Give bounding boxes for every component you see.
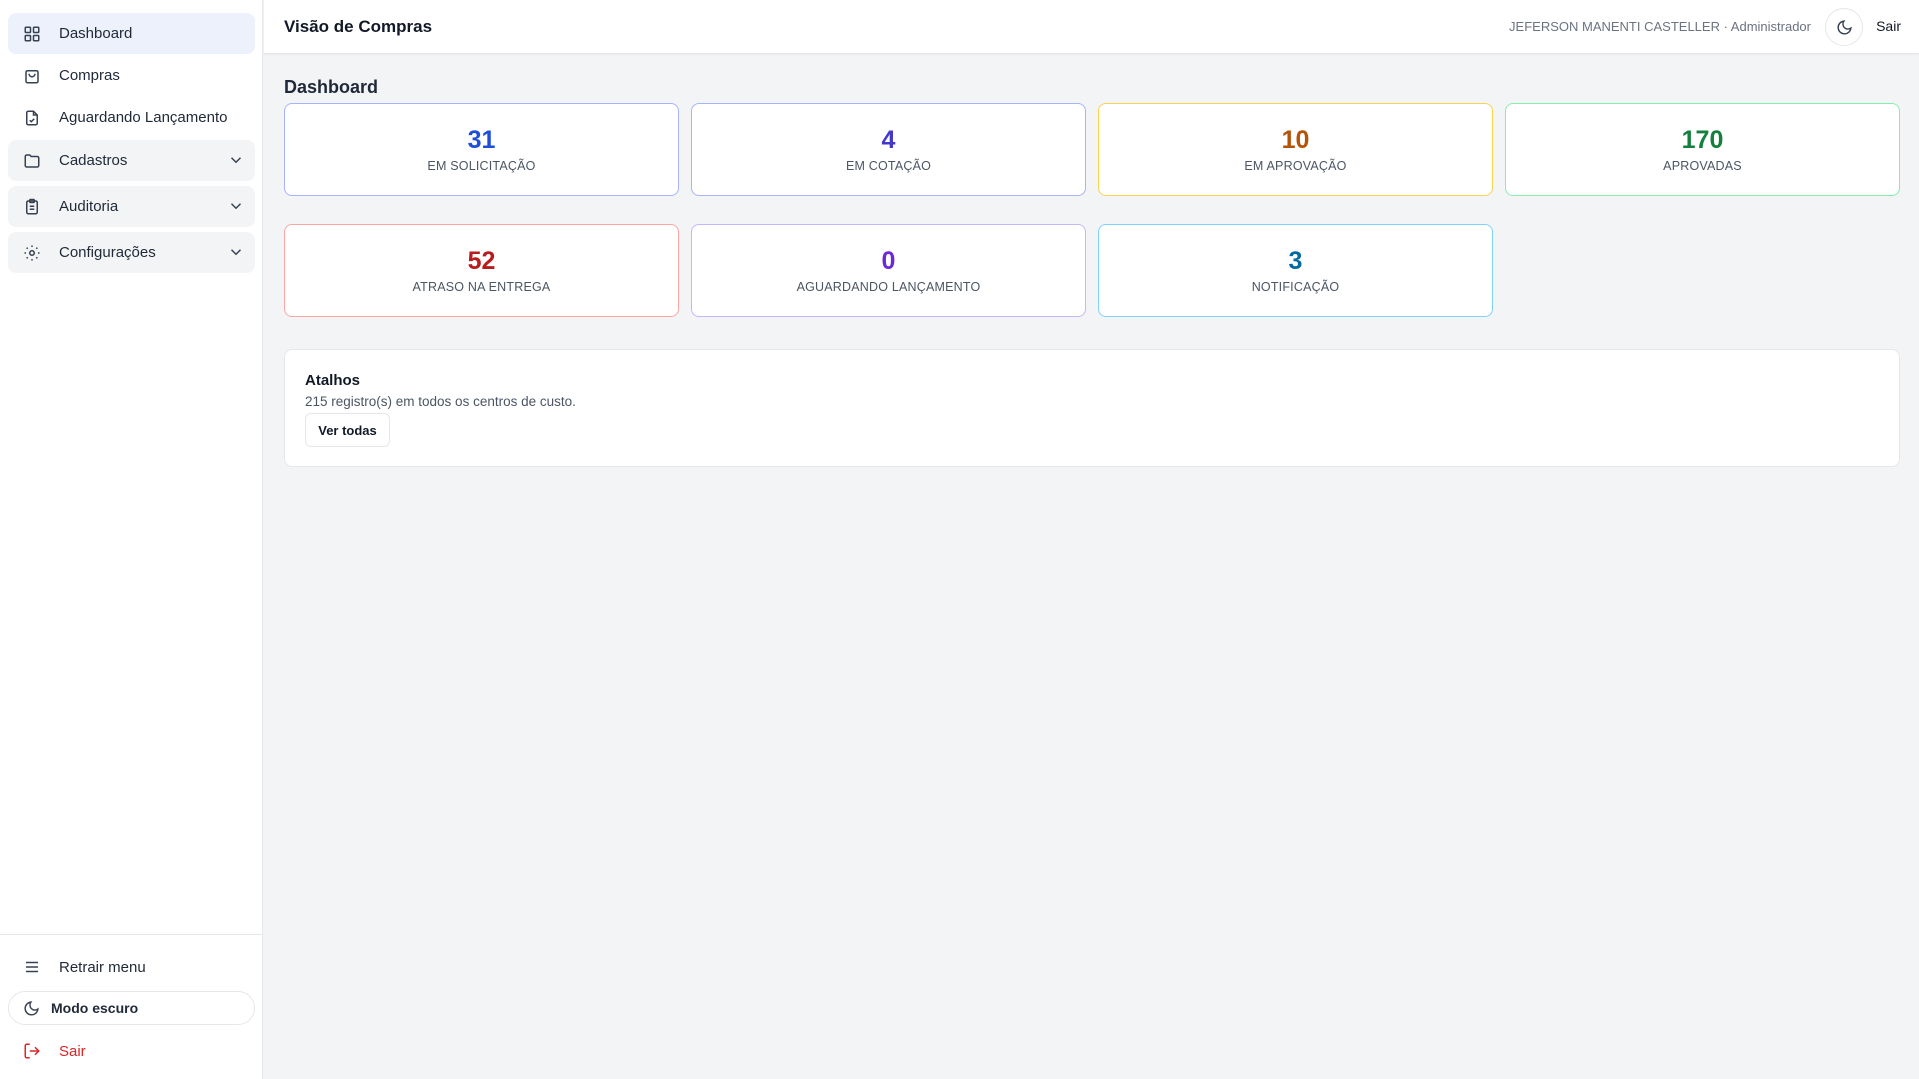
sidebar-item-label: Configurações bbox=[59, 244, 156, 261]
chevron-down-icon bbox=[230, 249, 242, 256]
grid-icon bbox=[22, 24, 42, 44]
moon-icon bbox=[23, 999, 41, 1017]
top-header: Visão de Compras JEFERSON MANENTI CASTEL… bbox=[264, 0, 1919, 54]
chevron-down-icon bbox=[230, 203, 242, 210]
sidebar: Dashboard Compras Aguardando Lançamento … bbox=[0, 0, 263, 1079]
file-check-icon bbox=[22, 108, 42, 128]
stat-card-aguardando-lancamento[interactable]: 0 AGUARDANDO LANÇAMENTO bbox=[691, 224, 1086, 317]
theme-toggle-button[interactable] bbox=[1825, 8, 1863, 46]
stat-card-em-solicitacao[interactable]: 31 EM SOLICITAÇÃO bbox=[284, 103, 679, 196]
sidebar-item-aguardando-lancamento[interactable]: Aguardando Lançamento bbox=[8, 97, 255, 138]
sidebar-logout-button[interactable]: Sair bbox=[8, 1033, 255, 1069]
stat-label: EM APROVAÇÃO bbox=[1244, 159, 1347, 173]
chevron-down-icon bbox=[230, 157, 242, 164]
sun-gear-icon bbox=[22, 243, 42, 263]
shortcuts-title: Atalhos bbox=[305, 372, 361, 389]
moon-icon bbox=[1837, 19, 1852, 34]
stat-card-em-aprovacao[interactable]: 10 EM APROVAÇÃO bbox=[1098, 103, 1493, 196]
user-info: JEFERSON MANENTI CASTELLER · Administrad… bbox=[1509, 19, 1811, 34]
sidebar-item-label: Cadastros bbox=[59, 152, 128, 169]
stat-label: ATRASO NA ENTREGA bbox=[412, 280, 551, 294]
stat-value: 3 bbox=[1288, 247, 1303, 275]
sidebar-item-label: Dashboard bbox=[59, 25, 133, 42]
stat-label: APROVADAS bbox=[1663, 159, 1742, 173]
sidebar-item-compras[interactable]: Compras bbox=[8, 55, 255, 96]
stat-card-em-cotacao[interactable]: 4 EM COTAÇÃO bbox=[691, 103, 1086, 196]
shortcuts-panel: Atalhos 215 registro(s) em todos os cent… bbox=[284, 349, 1900, 467]
sidebar-item-label: Aguardando Lançamento bbox=[59, 109, 228, 126]
sidebar-footer: Retrair menu Modo escuro Sair bbox=[0, 934, 263, 1079]
stat-label: AGUARDANDO LANÇAMENTO bbox=[796, 280, 981, 294]
folder-icon bbox=[22, 151, 42, 171]
stat-card-aprovadas[interactable]: 170 APROVADAS bbox=[1505, 103, 1900, 196]
page-title: Dashboard bbox=[284, 77, 379, 97]
stat-label: NOTIFICAÇÃO bbox=[1251, 280, 1340, 294]
sidebar-item-label: Auditoria bbox=[59, 198, 119, 215]
header-logout-link[interactable]: Sair bbox=[1876, 18, 1901, 34]
stat-value: 4 bbox=[881, 126, 896, 154]
sidebar-item-label: Compras bbox=[59, 67, 120, 84]
stat-card-atraso-na-entrega[interactable]: 52 ATRASO NA ENTREGA bbox=[284, 224, 679, 317]
stat-value: 10 bbox=[1281, 126, 1310, 154]
shortcuts-subtitle: 215 registro(s) em todos os centros de c… bbox=[305, 394, 576, 409]
sidebar-item-cadastros[interactable]: Cadastros bbox=[8, 140, 255, 181]
stat-value: 170 bbox=[1681, 126, 1724, 154]
stat-label: EM COTAÇÃO bbox=[845, 159, 932, 173]
shopping-bag-icon bbox=[22, 66, 42, 86]
stat-label: EM SOLICITAÇÃO bbox=[427, 159, 536, 173]
logout-icon bbox=[22, 1041, 42, 1061]
stat-value: 52 bbox=[467, 247, 496, 275]
stat-value: 0 bbox=[881, 247, 896, 275]
collapse-menu-label: Retrair menu bbox=[59, 958, 146, 976]
sidebar-item-auditoria[interactable]: Auditoria bbox=[8, 186, 255, 227]
dark-mode-label: Modo escuro bbox=[51, 1000, 139, 1016]
dark-mode-toggle[interactable]: Modo escuro bbox=[8, 991, 255, 1025]
clipboard-icon bbox=[22, 197, 42, 217]
stat-value: 31 bbox=[467, 126, 496, 154]
sidebar-item-configuracoes[interactable]: Configurações bbox=[8, 232, 255, 273]
app-title: Visão de Compras bbox=[284, 17, 433, 36]
sidebar-item-dashboard[interactable]: Dashboard bbox=[8, 13, 255, 54]
menu-icon bbox=[22, 957, 42, 977]
stat-card-notificacao[interactable]: 3 NOTIFICAÇÃO bbox=[1098, 224, 1493, 317]
view-all-button[interactable]: Ver todas bbox=[305, 413, 390, 447]
sidebar-logout-label: Sair bbox=[59, 1042, 86, 1060]
collapse-menu-button[interactable]: Retrair menu bbox=[8, 949, 255, 985]
